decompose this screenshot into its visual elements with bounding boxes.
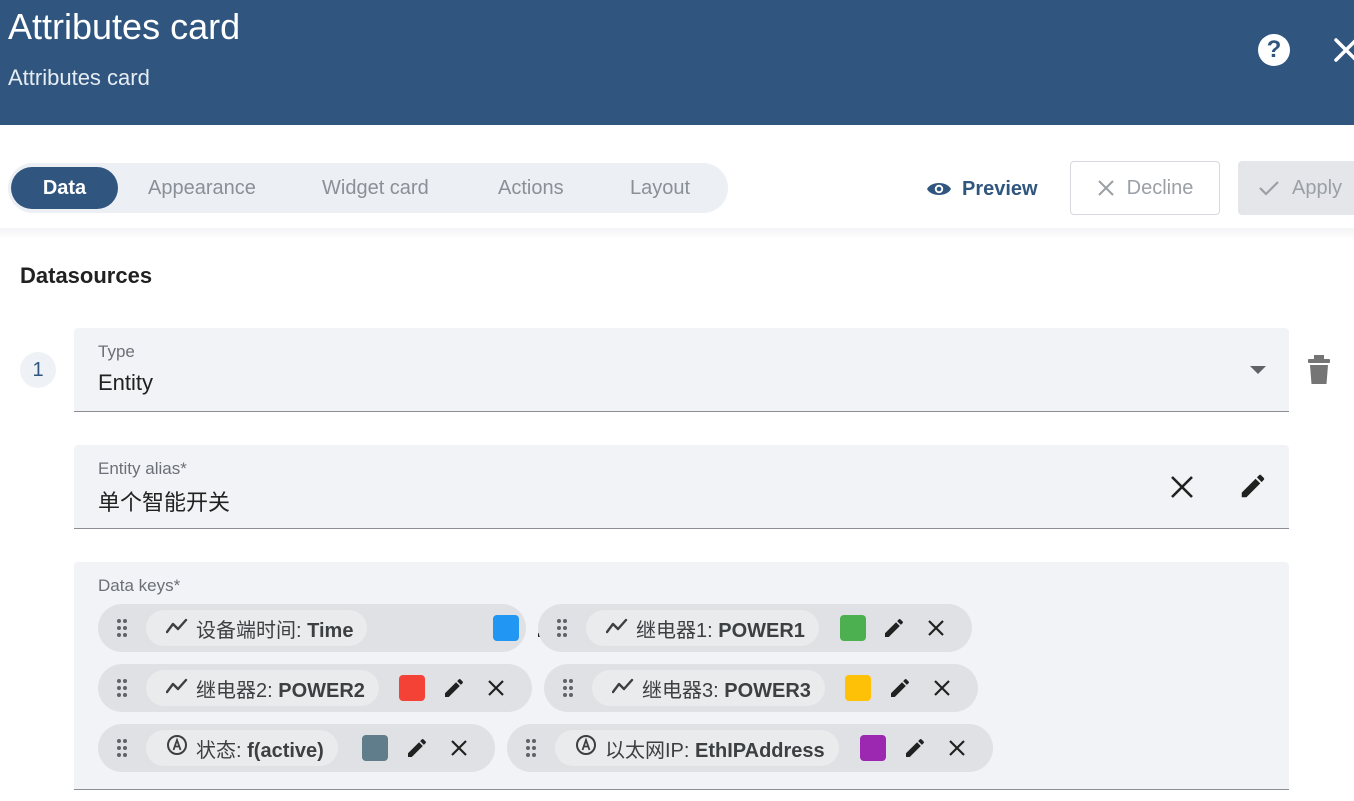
data-key-key: POWER1 (718, 619, 805, 642)
remove-icon[interactable] (947, 738, 967, 758)
clear-icon[interactable] (1168, 473, 1196, 501)
data-key-chip[interactable]: 继电器3: POWER3 (544, 664, 978, 712)
color-swatch[interactable] (860, 735, 886, 761)
datasource-index: 1 (20, 352, 56, 388)
entity-alias-field[interactable]: Entity alias* 单个智能开关 (74, 445, 1289, 529)
drag-handle-icon[interactable] (116, 738, 128, 758)
data-key-chip[interactable]: 状态: f(active) (98, 724, 495, 772)
remove-icon[interactable] (449, 738, 469, 758)
remove-icon[interactable] (486, 678, 506, 698)
color-swatch[interactable] (362, 735, 388, 761)
help-icon[interactable]: ? (1258, 34, 1290, 66)
data-key-name: 设备端时间: (196, 619, 308, 642)
data-key-chip[interactable]: 设备端时间: Time (98, 604, 597, 652)
data-keys-label: Data keys* (98, 576, 181, 595)
tab-actions[interactable]: Actions (498, 167, 564, 209)
dialog-header: Attributes card Attributes card ? (0, 0, 1354, 125)
data-key-name: 继电器3: (642, 679, 725, 702)
data-key-chip[interactable]: 继电器1: POWER1 (538, 604, 972, 652)
data-key-key: Time (307, 619, 354, 642)
drag-handle-icon[interactable] (556, 618, 568, 638)
color-swatch[interactable] (840, 615, 866, 641)
data-key-label[interactable]: 状态: f(active) (146, 730, 338, 766)
apply-button[interactable]: Apply (1238, 161, 1354, 215)
data-key-label[interactable]: 设备端时间: Time (146, 610, 368, 646)
data-key-key: POWER3 (724, 679, 811, 702)
remove-icon[interactable] (932, 678, 952, 698)
apply-label: Apply (1292, 176, 1343, 199)
drag-handle-icon[interactable] (562, 678, 574, 698)
data-key-name: 状态: (196, 739, 248, 762)
edit-icon[interactable] (888, 676, 912, 700)
data-key-chip[interactable]: 继电器2: POWER2 (98, 664, 532, 712)
data-key-key: EthIPAddress (695, 739, 825, 762)
timeseries-icon (165, 617, 188, 640)
color-swatch[interactable] (845, 675, 871, 701)
timeseries-icon (165, 677, 188, 700)
edit-icon[interactable] (442, 676, 466, 700)
edit-icon[interactable] (405, 736, 429, 760)
dropdown-arrow-icon[interactable] (1250, 366, 1266, 374)
dialog-title: Attributes card (8, 6, 241, 47)
drag-handle-icon[interactable] (116, 618, 128, 638)
preview-label: Preview (962, 177, 1038, 200)
data-key-chip[interactable]: 以太网IP: EthIPAddress (507, 724, 993, 772)
close-icon[interactable] (1328, 30, 1354, 70)
color-swatch[interactable] (493, 615, 519, 641)
data-key-label[interactable]: 继电器2: POWER2 (146, 670, 379, 706)
preview-button[interactable]: Preview (926, 175, 1038, 203)
type-value: Entity (98, 370, 154, 395)
type-label: Type (98, 342, 135, 361)
editor-toolbar: Data Appearance Widget card Actions Layo… (0, 125, 1354, 235)
close-icon (1097, 180, 1114, 196)
remove-icon[interactable] (926, 618, 946, 638)
decline-label: Decline (1126, 176, 1194, 199)
tab-appearance[interactable]: Appearance (148, 167, 256, 209)
attribute-icon (575, 734, 597, 762)
check-icon (1259, 181, 1279, 196)
data-key-name: 继电器2: (196, 679, 279, 702)
data-key-name: 以太网IP: (605, 739, 696, 762)
data-key-key: POWER2 (278, 679, 365, 702)
toolbar-divider (0, 228, 1354, 240)
tab-data[interactable]: Data (11, 167, 118, 209)
data-key-name: 继电器1: (636, 619, 719, 642)
data-key-label[interactable]: 继电器1: POWER1 (586, 610, 819, 646)
drag-handle-icon[interactable] (116, 678, 128, 698)
tab-layout[interactable]: Layout (630, 167, 690, 209)
edit-icon[interactable] (903, 736, 927, 760)
entity-alias-label: Entity alias* (98, 459, 187, 478)
timeseries-icon (605, 617, 628, 640)
drag-handle-icon[interactable] (525, 738, 537, 758)
datasources-title: Datasources (20, 263, 153, 288)
delete-icon[interactable] (1306, 354, 1332, 386)
decline-button[interactable]: Decline (1070, 161, 1220, 215)
entity-alias-value[interactable]: 单个智能开关 (98, 485, 230, 517)
timeseries-icon (611, 677, 634, 700)
eye-icon (927, 183, 951, 195)
tab-bar: Data Appearance Widget card Actions Layo… (8, 163, 728, 213)
data-key-label[interactable]: 以太网IP: EthIPAddress (555, 730, 839, 766)
edit-icon[interactable] (1238, 471, 1268, 501)
data-key-key: f(active) (247, 739, 324, 762)
color-swatch[interactable] (399, 675, 425, 701)
edit-icon[interactable] (882, 616, 906, 640)
tab-widget-card[interactable]: Widget card (322, 167, 429, 209)
dialog-subtitle: Attributes card (8, 65, 150, 90)
attribute-icon (166, 734, 188, 762)
type-select[interactable]: Type Entity (74, 328, 1289, 412)
data-key-label[interactable]: 继电器3: POWER3 (592, 670, 825, 706)
